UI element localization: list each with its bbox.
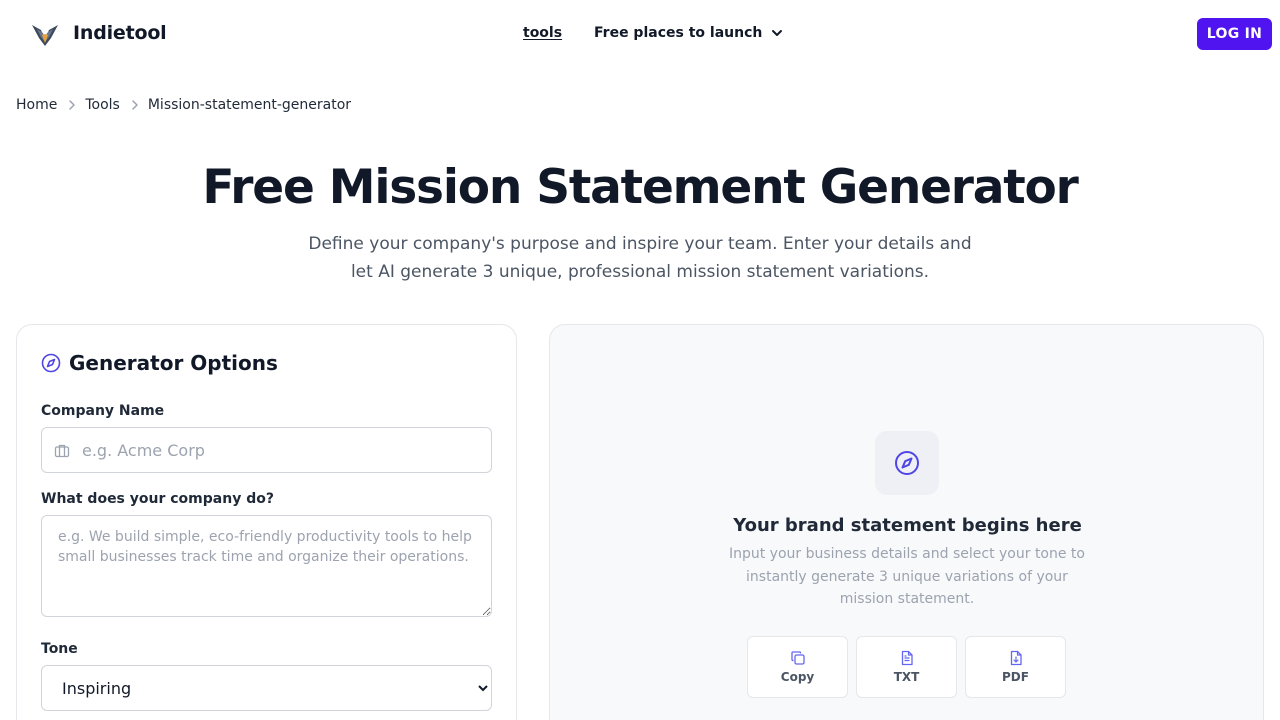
briefcase-icon (54, 444, 70, 458)
chevron-right-icon (132, 100, 138, 110)
company-description-label: What does your company do? (41, 491, 274, 507)
indietool-logo-icon[interactable] (31, 22, 59, 48)
txt-button-label: TXT (893, 670, 920, 684)
login-button[interactable]: LOG IN (1197, 18, 1272, 50)
empty-state-title: Your brand statement begins here (733, 515, 1082, 536)
breadcrumb-current: Mission-statement-generator (147, 97, 352, 113)
breadcrumb-tools[interactable]: Tools (85, 97, 120, 113)
site-header: Indietool tools Free places to launch LO… (0, 0, 1280, 68)
generator-options-card: Generator Options Company Name What does… (16, 324, 517, 720)
output-panel: Your brand statement begins here Input y… (549, 324, 1264, 720)
generator-options-label: Generator Options (69, 351, 278, 375)
file-download-icon (1010, 650, 1022, 666)
company-name-label: Company Name (41, 403, 165, 419)
chevron-down-icon (772, 30, 783, 36)
page-title: Free Mission Statement Generator (202, 160, 1078, 215)
chevron-right-icon (69, 100, 76, 110)
breadcrumb-home[interactable]: Home (16, 97, 57, 113)
company-name-field[interactable] (41, 427, 492, 473)
nav-free-places-label: Free places to launch (594, 25, 763, 41)
compass-icon (41, 353, 61, 373)
copy-button[interactable]: Copy (747, 636, 848, 698)
nav-tools-link[interactable]: tools (523, 25, 562, 41)
company-description-input[interactable] (41, 515, 492, 617)
compass-icon (895, 451, 919, 475)
empty-state-icon-box (875, 431, 939, 495)
tone-select[interactable]: Inspiring (41, 665, 492, 711)
brand-name[interactable]: Indietool (73, 22, 167, 44)
tone-label: Tone (41, 641, 78, 657)
text-file-icon (901, 650, 913, 666)
nav-free-places-dropdown[interactable]: Free places to launch (594, 25, 784, 41)
company-name-input[interactable] (82, 428, 482, 472)
breadcrumb: Home Tools Mission-statement-generator (16, 97, 351, 113)
generator-options-title: Generator Options (41, 351, 278, 375)
page-subtitle: Define your company's purpose and inspir… (308, 234, 972, 282)
pdf-button-label: PDF (1002, 670, 1029, 684)
copy-button-label: Copy (780, 670, 815, 684)
copy-icon (790, 651, 805, 665)
empty-state-description: Input your business details and select y… (728, 546, 1085, 607)
download-txt-button[interactable]: TXT (856, 636, 957, 698)
download-pdf-button[interactable]: PDF (965, 636, 1066, 698)
